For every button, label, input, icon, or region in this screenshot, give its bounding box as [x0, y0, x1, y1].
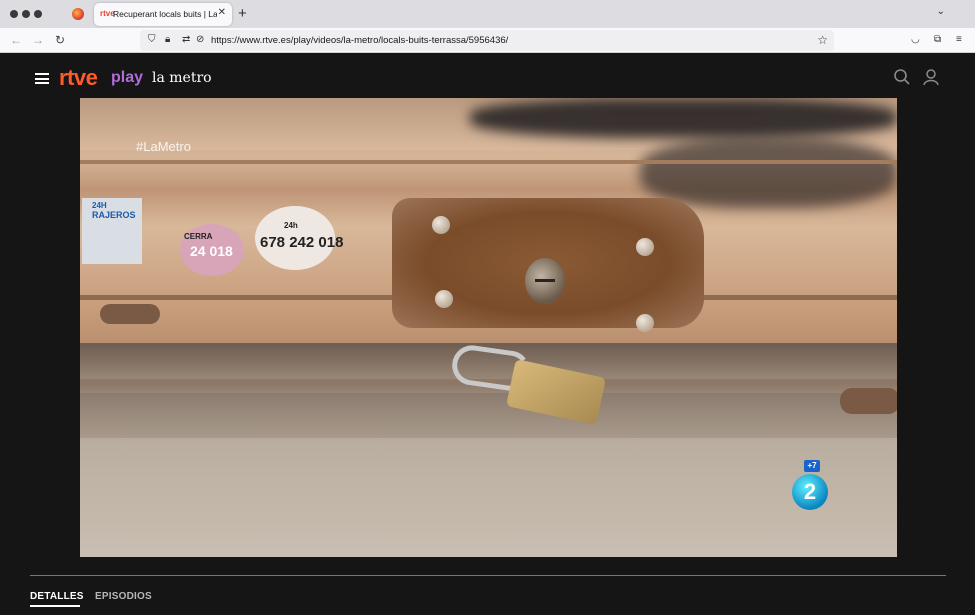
- user-icon[interactable]: [922, 68, 940, 86]
- lock-icon[interactable]: 🔒︎: [165, 34, 170, 45]
- content-divider: [30, 575, 946, 576]
- active-tab-underline: [30, 605, 80, 607]
- tab-list-chevron-icon[interactable]: ⌄: [937, 6, 945, 17]
- shutter-handle: [840, 388, 897, 414]
- url-text[interactable]: https://www.rtve.es/play/videos/la-metro…: [211, 35, 508, 46]
- search-icon[interactable]: [893, 68, 911, 86]
- channel-plus-badge: +7: [804, 460, 820, 472]
- video-player[interactable]: CERRA 24 018 24h 678 242 018 24H RAJEROS…: [80, 98, 897, 557]
- bolt: [636, 238, 654, 256]
- keyhole-slot: [535, 279, 555, 282]
- sticker-text: 24H: [92, 201, 107, 210]
- shutter-ridge: [80, 160, 897, 164]
- la2-channel-logo: 2: [792, 474, 828, 510]
- bolt: [432, 216, 450, 234]
- forward-arrow-icon[interactable]: →: [32, 33, 44, 47]
- tab-detalles[interactable]: DETALLES: [30, 591, 84, 602]
- browser-nav-bar: ← → ↻ ⛉ 🔒︎ ⇄ ⊘ https://www.rtve.es/play/…: [0, 28, 975, 53]
- bolt: [435, 290, 453, 308]
- window-zoom-dot[interactable]: [34, 10, 42, 18]
- play-logo[interactable]: play: [111, 69, 143, 87]
- graffiti-mark: [470, 98, 897, 138]
- rtve-logo[interactable]: rtve: [59, 65, 98, 91]
- window-minimize-dot[interactable]: [22, 10, 30, 18]
- shutter-handle: [100, 304, 160, 324]
- tab-close-icon[interactable]: ✕: [218, 7, 226, 18]
- program-title[interactable]: la metro: [152, 70, 212, 86]
- sticker-blue: [82, 198, 142, 264]
- shield-icon[interactable]: ⛉: [148, 34, 156, 45]
- bookmark-star-icon[interactable]: ☆: [817, 33, 828, 47]
- sticker-text: RAJEROS: [92, 210, 136, 220]
- permissions-icon[interactable]: ⇄: [182, 34, 190, 45]
- site-header: rtve play la metro: [0, 54, 975, 98]
- sticker-text: 24h: [284, 221, 298, 230]
- curb: [80, 393, 897, 438]
- browser-tab-bar: rtve Recuperant locals buits | La Me ✕ +…: [0, 0, 975, 28]
- url-bar[interactable]: ⛉ 🔒︎ ⇄ ⊘ https://www.rtve.es/play/videos…: [140, 30, 834, 51]
- window-close-dot[interactable]: [10, 10, 18, 18]
- tab-title: Recuperant locals buits | La Me: [113, 9, 217, 19]
- tab-episodios[interactable]: EPISODIOS: [95, 591, 152, 602]
- graffiti-mark: [640, 138, 897, 208]
- pocket-icon[interactable]: ◡: [911, 34, 920, 45]
- sticker-text: 24 018: [190, 243, 233, 259]
- new-tab-button[interactable]: +: [238, 5, 247, 22]
- extensions-icon[interactable]: ⧉: [934, 34, 941, 45]
- browser-tab-active[interactable]: rtve Recuperant locals buits | La Me ✕: [94, 3, 232, 26]
- reload-icon[interactable]: ↻: [55, 33, 65, 47]
- hamburger-menu-icon[interactable]: [35, 73, 49, 84]
- sticker-text: 678 242 018: [260, 234, 344, 251]
- watermark-hashtag: #LaMetro: [136, 139, 191, 154]
- back-arrow-icon[interactable]: ←: [10, 33, 22, 47]
- tracking-icon[interactable]: ⊘: [196, 34, 204, 45]
- firefox-view-icon[interactable]: [72, 8, 84, 20]
- bolt: [636, 314, 654, 332]
- sticker-text: CERRA: [184, 232, 213, 241]
- menu-icon[interactable]: ≡: [956, 34, 962, 45]
